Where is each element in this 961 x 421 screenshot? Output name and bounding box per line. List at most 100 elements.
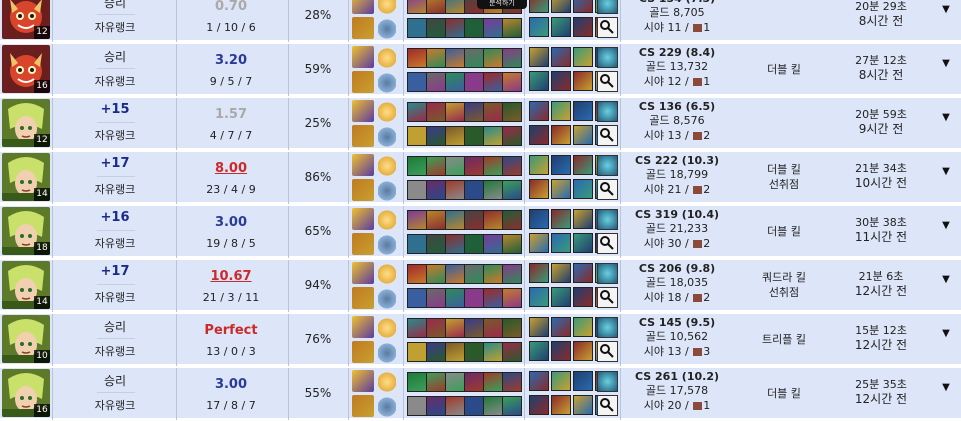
trinket-icon[interactable] bbox=[597, 155, 618, 176]
item-icon[interactable] bbox=[551, 287, 571, 307]
player-champion-icon[interactable] bbox=[407, 0, 427, 14]
player-champion-icon[interactable] bbox=[483, 48, 503, 68]
primary-rune-icon[interactable] bbox=[378, 48, 396, 68]
player-champion-icon[interactable] bbox=[483, 396, 503, 416]
expand-chevron-icon[interactable]: ▼ bbox=[931, 382, 961, 393]
trinket-icon[interactable] bbox=[597, 371, 618, 392]
match-row[interactable]: 16 승리 자유랭크 3.00 17 / 8 / 7 55% CS 261 (10.2) 골드… bbox=[0, 368, 961, 420]
player-champion-icon[interactable] bbox=[502, 156, 522, 176]
secondary-rune-icon[interactable] bbox=[378, 73, 396, 93]
summoner-spell-ignite-icon[interactable] bbox=[352, 17, 374, 39]
item-icon[interactable] bbox=[573, 17, 593, 37]
player-champion-icon[interactable] bbox=[407, 264, 427, 284]
item-icon[interactable] bbox=[573, 371, 593, 391]
item-icon[interactable] bbox=[551, 125, 571, 145]
summoner-spell-ignite-icon[interactable] bbox=[352, 395, 374, 417]
item-icon[interactable] bbox=[551, 17, 571, 37]
champion-portrait[interactable]: 14 bbox=[2, 261, 50, 309]
player-champion-icon[interactable] bbox=[502, 342, 522, 362]
player-champion-icon[interactable] bbox=[407, 180, 427, 200]
champion-portrait[interactable]: 12 bbox=[2, 0, 50, 39]
search-build-icon[interactable] bbox=[597, 179, 618, 200]
item-icon[interactable] bbox=[551, 317, 571, 337]
player-champion-icon[interactable] bbox=[407, 372, 427, 392]
item-icon[interactable] bbox=[529, 71, 549, 91]
match-row[interactable]: 14 +17 자유랭크 8.00 23 / 4 / 9 86% CS 222 (10.3) 골… bbox=[0, 152, 961, 204]
player-champion-icon[interactable] bbox=[426, 342, 446, 362]
item-icon[interactable] bbox=[529, 0, 549, 13]
player-champion-icon[interactable] bbox=[464, 18, 484, 38]
player-champion-icon[interactable] bbox=[445, 102, 465, 122]
expand-chevron-icon[interactable]: ▼ bbox=[931, 220, 961, 231]
item-icon[interactable] bbox=[573, 209, 593, 229]
player-champion-icon[interactable] bbox=[502, 264, 522, 284]
summoner-spell-ignite-icon[interactable] bbox=[352, 179, 374, 201]
player-champion-icon[interactable] bbox=[483, 18, 503, 38]
item-icon[interactable] bbox=[551, 263, 571, 283]
item-icon[interactable] bbox=[573, 341, 593, 361]
match-row[interactable]: 12 +15 자유랭크 1.57 4 / 7 / 7 25% CS 136 (6.5) 골드 … bbox=[0, 98, 961, 150]
player-champion-icon[interactable] bbox=[483, 72, 503, 92]
champion-portrait[interactable]: 10 bbox=[2, 315, 50, 363]
player-champion-icon[interactable] bbox=[502, 318, 522, 338]
player-champion-icon[interactable] bbox=[407, 288, 427, 308]
player-champion-icon[interactable] bbox=[426, 126, 446, 146]
item-icon[interactable] bbox=[529, 263, 549, 283]
player-champion-icon[interactable] bbox=[445, 264, 465, 284]
expand-chevron-icon[interactable]: ▼ bbox=[931, 166, 961, 177]
match-row[interactable]: 14 +17 자유랭크 10.67 21 / 3 / 11 94% CS 206 (9.8)… bbox=[0, 260, 961, 312]
champion-portrait[interactable]: 18 bbox=[2, 207, 50, 255]
trinket-icon[interactable] bbox=[597, 47, 618, 68]
player-champion-icon[interactable] bbox=[426, 18, 446, 38]
player-champion-icon[interactable] bbox=[426, 264, 446, 284]
player-champion-icon[interactable] bbox=[426, 288, 446, 308]
player-champion-icon[interactable] bbox=[426, 396, 446, 416]
secondary-rune-icon[interactable] bbox=[378, 235, 396, 255]
player-champion-icon[interactable] bbox=[407, 126, 427, 146]
secondary-rune-icon[interactable] bbox=[378, 397, 396, 417]
player-champion-icon[interactable] bbox=[483, 372, 503, 392]
summoner-spell-ignite-icon[interactable] bbox=[352, 71, 374, 93]
summoner-spell-flash-icon[interactable] bbox=[352, 100, 374, 122]
search-build-icon[interactable] bbox=[597, 71, 618, 92]
summoner-spell-flash-icon[interactable] bbox=[352, 208, 374, 230]
player-champion-icon[interactable] bbox=[464, 156, 484, 176]
player-champion-icon[interactable] bbox=[407, 156, 427, 176]
item-icon[interactable] bbox=[573, 395, 593, 415]
secondary-rune-icon[interactable] bbox=[378, 289, 396, 309]
item-icon[interactable] bbox=[573, 71, 593, 91]
primary-rune-icon[interactable] bbox=[378, 264, 396, 284]
player-champion-icon[interactable] bbox=[483, 318, 503, 338]
search-build-icon[interactable] bbox=[597, 233, 618, 254]
item-icon[interactable] bbox=[529, 233, 549, 253]
player-champion-icon[interactable] bbox=[464, 264, 484, 284]
player-champion-icon[interactable] bbox=[445, 234, 465, 254]
champion-portrait[interactable]: 14 bbox=[2, 153, 50, 201]
summoner-spell-flash-icon[interactable] bbox=[352, 0, 374, 14]
player-champion-icon[interactable] bbox=[502, 210, 522, 230]
player-champion-icon[interactable] bbox=[502, 180, 522, 200]
player-champion-icon[interactable] bbox=[483, 210, 503, 230]
item-icon[interactable] bbox=[573, 317, 593, 337]
trinket-icon[interactable] bbox=[597, 101, 618, 122]
player-champion-icon[interactable] bbox=[483, 342, 503, 362]
secondary-rune-icon[interactable] bbox=[378, 181, 396, 201]
player-champion-icon[interactable] bbox=[464, 342, 484, 362]
player-champion-icon[interactable] bbox=[502, 396, 522, 416]
summoner-spell-flash-icon[interactable] bbox=[352, 46, 374, 68]
expand-chevron-icon[interactable]: ▼ bbox=[931, 274, 961, 285]
item-icon[interactable] bbox=[551, 101, 571, 121]
player-champion-icon[interactable] bbox=[426, 318, 446, 338]
player-champion-icon[interactable] bbox=[445, 210, 465, 230]
player-champion-icon[interactable] bbox=[445, 156, 465, 176]
player-champion-icon[interactable] bbox=[445, 288, 465, 308]
summoner-spell-ignite-icon[interactable] bbox=[352, 287, 374, 309]
item-icon[interactable] bbox=[551, 341, 571, 361]
player-champion-icon[interactable] bbox=[445, 72, 465, 92]
player-champion-icon[interactable] bbox=[502, 18, 522, 38]
player-champion-icon[interactable] bbox=[502, 102, 522, 122]
expand-chevron-icon[interactable]: ▼ bbox=[931, 112, 961, 123]
primary-rune-icon[interactable] bbox=[378, 372, 396, 392]
primary-rune-icon[interactable] bbox=[378, 318, 396, 338]
item-icon[interactable] bbox=[573, 47, 593, 67]
